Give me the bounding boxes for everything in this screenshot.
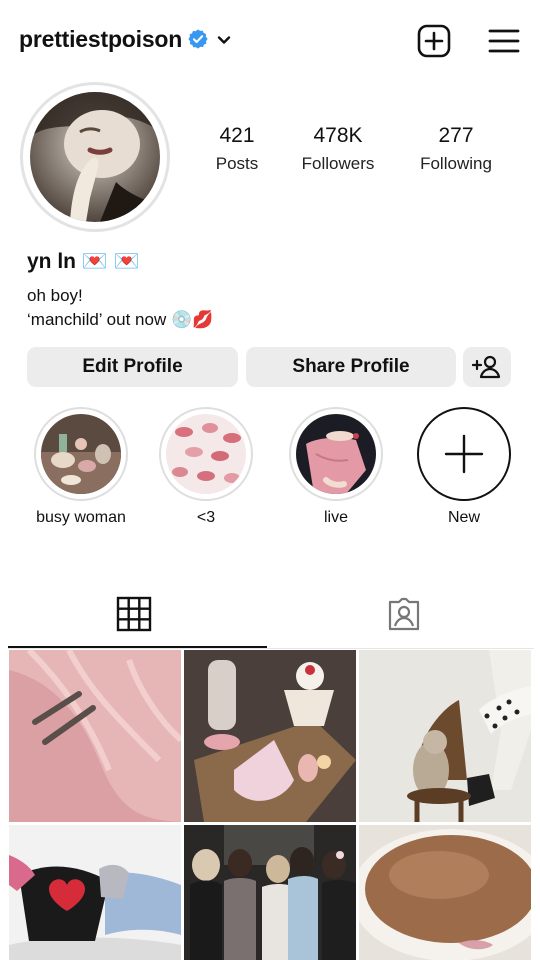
username[interactable]: prettiestpoison	[19, 26, 182, 53]
bio-line-2: ‘manchild’ out now 💿💋	[27, 310, 214, 329]
highlight-busy-woman[interactable]: busy woman	[33, 407, 129, 527]
bio-line-1: oh boy!	[27, 286, 83, 305]
highlight-cover	[41, 414, 121, 494]
tab-tagged[interactable]	[275, 588, 534, 648]
highlight-ring	[159, 407, 253, 501]
profile-header: prettiestpoison	[0, 0, 540, 80]
highlight-label: <3	[196, 509, 216, 526]
highlight-label: busy woman	[36, 509, 126, 526]
posts-count: 421	[219, 124, 255, 147]
discover-people-button[interactable]	[463, 347, 511, 387]
avatar	[30, 92, 160, 222]
post-thumbnail[interactable]	[9, 825, 181, 960]
plus-icon	[444, 434, 484, 474]
highlight-new[interactable]: New	[416, 407, 512, 527]
post-thumbnail[interactable]	[359, 825, 531, 960]
tab-divider	[8, 648, 534, 649]
post-thumbnail[interactable]	[184, 825, 356, 960]
followers-count: 478K	[313, 124, 363, 147]
chevron-down-icon[interactable]	[215, 31, 233, 49]
share-profile-button[interactable]: Share Profile	[246, 347, 456, 387]
posts-stat[interactable]: 421 Posts	[208, 124, 266, 174]
highlight-ring	[34, 407, 128, 501]
grid-icon	[116, 596, 152, 632]
following-stat[interactable]: 277 Following	[412, 124, 500, 174]
post-thumbnail[interactable]	[9, 650, 181, 822]
tab-posts-grid[interactable]	[8, 588, 267, 648]
tagged-person-icon	[388, 597, 420, 631]
highlight-ring	[289, 407, 383, 501]
post-thumbnail[interactable]	[184, 650, 356, 822]
highlight-label: New	[447, 509, 480, 526]
following-label: Following	[420, 154, 492, 173]
highlight-live[interactable]: live	[288, 407, 384, 527]
following-count: 277	[438, 124, 474, 147]
highlight-cover	[166, 414, 246, 494]
plus-square-icon[interactable]	[416, 23, 452, 59]
highlight-cover	[296, 414, 376, 494]
followers-label: Followers	[301, 154, 375, 173]
highlight-heart[interactable]: <3	[158, 407, 254, 527]
post-thumbnail[interactable]	[359, 650, 531, 822]
add-person-icon	[472, 355, 501, 379]
verified-badge-icon	[188, 29, 208, 49]
highlight-label: live	[323, 509, 348, 526]
hamburger-menu-icon[interactable]	[487, 24, 521, 58]
posts-label: Posts	[215, 154, 259, 173]
new-highlight-ring	[417, 407, 511, 501]
followers-stat[interactable]: 478K Followers	[293, 124, 383, 174]
display-name: yn ln 💌 💌	[27, 250, 140, 273]
edit-profile-button[interactable]: Edit Profile	[27, 347, 238, 387]
avatar-ring[interactable]	[20, 82, 170, 232]
